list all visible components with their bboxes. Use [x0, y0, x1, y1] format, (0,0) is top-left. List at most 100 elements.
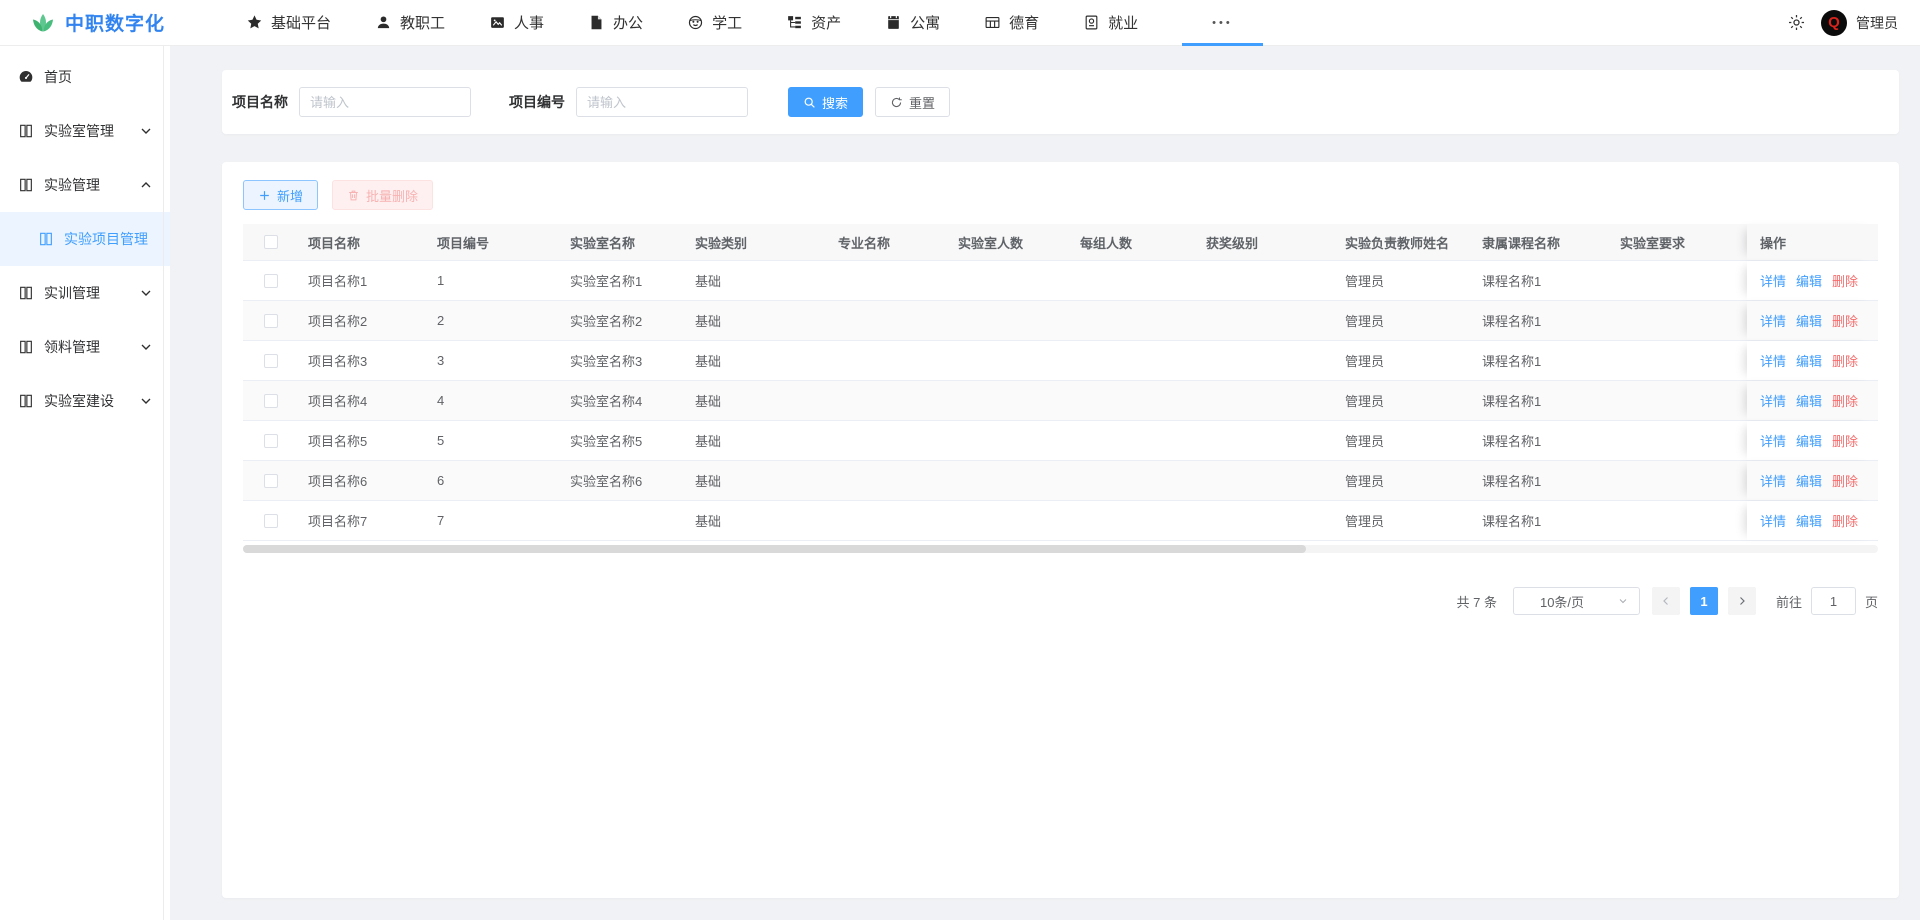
detail-link[interactable]: 详情 [1760, 351, 1786, 370]
edit-link[interactable]: 编辑 [1796, 271, 1822, 290]
edit-link[interactable]: 编辑 [1796, 311, 1822, 330]
page-number-active[interactable]: 1 [1690, 587, 1718, 615]
chevron-down-icon [138, 285, 154, 301]
delete-link[interactable]: 删除 [1832, 271, 1858, 290]
cell-experiment-type: 基础 [685, 431, 828, 450]
employment-doc-icon [1083, 14, 1100, 31]
cell-course-name: 课程名称1 [1472, 511, 1610, 530]
nav-item-student[interactable]: 学工 [687, 0, 742, 46]
edit-link[interactable]: 编辑 [1796, 471, 1822, 490]
nav-item-assets[interactable]: 资产 [786, 0, 841, 46]
nav-item-base-platform[interactable]: 基础平台 [246, 0, 331, 46]
batch-delete-button[interactable]: 批量删除 [332, 180, 433, 210]
page-size-select[interactable]: 10条/页 [1513, 587, 1640, 615]
nav-more-button[interactable]: ••• [1182, 0, 1263, 46]
pagination: 共 7 条 10条/页 1 前 [243, 587, 1878, 615]
row-checkbox[interactable] [264, 434, 278, 448]
delete-link[interactable]: 删除 [1832, 471, 1858, 490]
sidebar-item-material-management[interactable]: 领料管理 [0, 320, 170, 374]
user-menu[interactable]: Q 管理员 [1821, 10, 1898, 36]
delete-link[interactable]: 删除 [1832, 391, 1858, 410]
top-navbar: 中职数字化 基础平台 教职工 人事 办公 [0, 0, 1920, 46]
refresh-icon [890, 96, 903, 109]
cell-project-code: 1 [427, 273, 560, 288]
prev-page-button[interactable] [1652, 587, 1680, 615]
row-checkbox[interactable] [264, 514, 278, 528]
cell-experiment-type: 基础 [685, 351, 828, 370]
chevron-down-icon [138, 339, 154, 355]
cell-project-name: 项目名称1 [298, 271, 427, 290]
nav-item-apartment[interactable]: 公寓 [885, 0, 940, 46]
book-icon [18, 339, 34, 355]
cell-project-name: 项目名称4 [298, 391, 427, 410]
project-name-input[interactable] [299, 87, 471, 117]
row-actions: 详情 编辑 删除 [1747, 501, 1878, 540]
next-page-button[interactable] [1728, 587, 1756, 615]
search-panel: 项目名称 项目编号 搜索 重置 [222, 70, 1899, 134]
goto-label: 前往 [1776, 592, 1802, 611]
nav-item-staff[interactable]: 教职工 [375, 0, 445, 46]
sidebar-item-experiment-project-management-active[interactable]: 实验项目管理 [0, 212, 170, 266]
row-checkbox[interactable] [264, 274, 278, 288]
sidebar-item-training-management[interactable]: 实训管理 [0, 266, 170, 320]
apartment-notebook-icon [885, 14, 902, 31]
teacher-person-icon [375, 14, 392, 31]
column-header: 专业名称 [828, 233, 948, 252]
sidebar-item-lab-management[interactable]: 实验室管理 [0, 104, 170, 158]
cell-teacher-name: 管理员 [1335, 391, 1472, 410]
project-code-input[interactable] [576, 87, 748, 117]
page-unit-label: 页 [1865, 592, 1878, 611]
row-checkbox[interactable] [264, 314, 278, 328]
data-table: 项目名称 项目编号 实验室名称 实验类别 专业名称 实验室人数 每组人数 获奖级… [243, 224, 1878, 553]
star-icon [246, 14, 263, 31]
nav-item-moral[interactable]: 德育 [984, 0, 1039, 46]
row-checkbox[interactable] [264, 474, 278, 488]
nav-item-hr[interactable]: 人事 [489, 0, 544, 46]
row-checkbox[interactable] [264, 394, 278, 408]
nav-item-employment[interactable]: 就业 [1083, 0, 1138, 46]
edit-link[interactable]: 编辑 [1796, 511, 1822, 530]
detail-link[interactable]: 详情 [1760, 271, 1786, 290]
sidebar-item-experiment-management[interactable]: 实验管理 [0, 158, 170, 212]
detail-link[interactable]: 详情 [1760, 471, 1786, 490]
scrollbar-thumb[interactable] [243, 545, 1306, 553]
gear-icon[interactable] [1787, 13, 1806, 32]
delete-link[interactable]: 删除 [1832, 311, 1858, 330]
edit-link[interactable]: 编辑 [1796, 351, 1822, 370]
delete-link[interactable]: 删除 [1832, 431, 1858, 450]
delete-link[interactable]: 删除 [1832, 511, 1858, 530]
edit-link[interactable]: 编辑 [1796, 391, 1822, 410]
cell-course-name: 课程名称1 [1472, 431, 1610, 450]
trash-icon [347, 189, 360, 202]
horizontal-scrollbar [243, 545, 1878, 553]
edit-link[interactable]: 编辑 [1796, 431, 1822, 450]
chevron-up-icon [138, 177, 154, 193]
goto-page-input[interactable] [1811, 587, 1856, 615]
sidebar-item-lab-construction[interactable]: 实验室建设 [0, 374, 170, 428]
row-actions: 详情 编辑 删除 [1747, 341, 1878, 380]
detail-link[interactable]: 详情 [1760, 431, 1786, 450]
delete-link[interactable]: 删除 [1832, 351, 1858, 370]
detail-link[interactable]: 详情 [1760, 391, 1786, 410]
cell-course-name: 课程名称1 [1472, 311, 1610, 330]
reset-button[interactable]: 重置 [875, 87, 950, 117]
nav-item-office[interactable]: 办公 [588, 0, 643, 46]
sidebar-item-home[interactable]: 首页 [0, 50, 170, 104]
add-button[interactable]: 新增 [243, 180, 318, 210]
row-actions: 详情 编辑 删除 [1747, 301, 1878, 340]
detail-link[interactable]: 详情 [1760, 511, 1786, 530]
table-row: 项目名称1 1 实验室名称1 基础 管理员 课程名称1 详情 编辑 删除 [243, 261, 1878, 301]
table-panel: 新增 批量删除 项目名称 项目编号 实验室名称 实验类别 [222, 162, 1899, 898]
detail-link[interactable]: 详情 [1760, 311, 1786, 330]
brand-title: 中职数字化 [65, 9, 165, 36]
column-header: 实验负责教师姓名 [1335, 233, 1472, 252]
table-row: 项目名称7 7 基础 管理员 课程名称1 详情 编辑 删除 [243, 501, 1878, 541]
cell-teacher-name: 管理员 [1335, 271, 1472, 290]
cell-course-name: 课程名称1 [1472, 271, 1610, 290]
search-button[interactable]: 搜索 [788, 87, 863, 117]
select-all-checkbox[interactable] [264, 235, 278, 249]
cell-project-name: 项目名称7 [298, 511, 427, 530]
row-checkbox[interactable] [264, 354, 278, 368]
user-name: 管理员 [1856, 13, 1898, 33]
avatar: Q [1821, 10, 1847, 36]
